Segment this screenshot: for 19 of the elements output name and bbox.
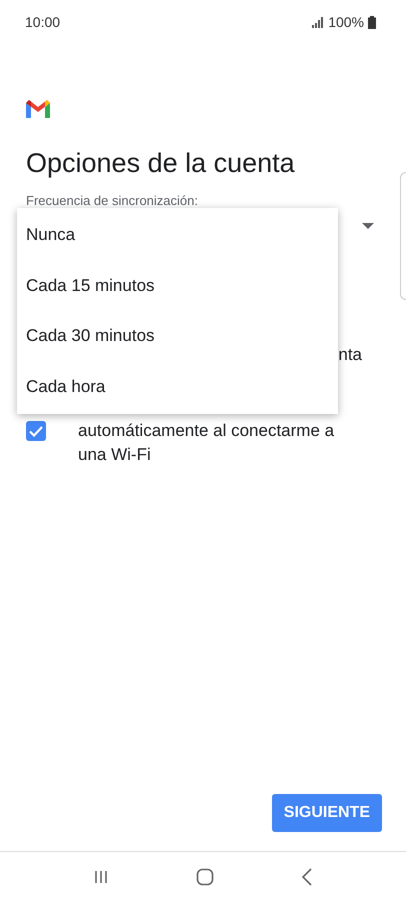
next-button[interactable]: SIGUIENTE xyxy=(272,794,382,832)
checkbox-label: automáticamente al conectarme a una Wi-Fi xyxy=(78,420,336,466)
checkbox[interactable] xyxy=(26,421,46,441)
signal-icon xyxy=(312,16,324,28)
battery-icon xyxy=(368,16,376,28)
menu-item[interactable]: Cada 30 minutos xyxy=(17,311,338,362)
menu-item[interactable]: Nunca xyxy=(17,210,338,260)
menu-item[interactable]: Cada hora xyxy=(17,362,338,412)
back-icon[interactable] xyxy=(300,868,313,886)
clock-time: 10:00 xyxy=(25,14,60,30)
battery-percent: 100% xyxy=(328,14,364,30)
dropdown-arrow-icon[interactable] xyxy=(362,223,374,229)
recent-apps-icon[interactable] xyxy=(93,869,110,885)
mail-logo-icon xyxy=(26,100,50,118)
setting-text: nta xyxy=(338,344,362,366)
home-icon[interactable] xyxy=(196,868,214,886)
field-label: Frecuencia de sincronización: xyxy=(26,193,199,208)
page-title: Opciones de la cuenta xyxy=(26,148,296,179)
menu-item[interactable]: Cada 15 minutos xyxy=(17,260,338,311)
